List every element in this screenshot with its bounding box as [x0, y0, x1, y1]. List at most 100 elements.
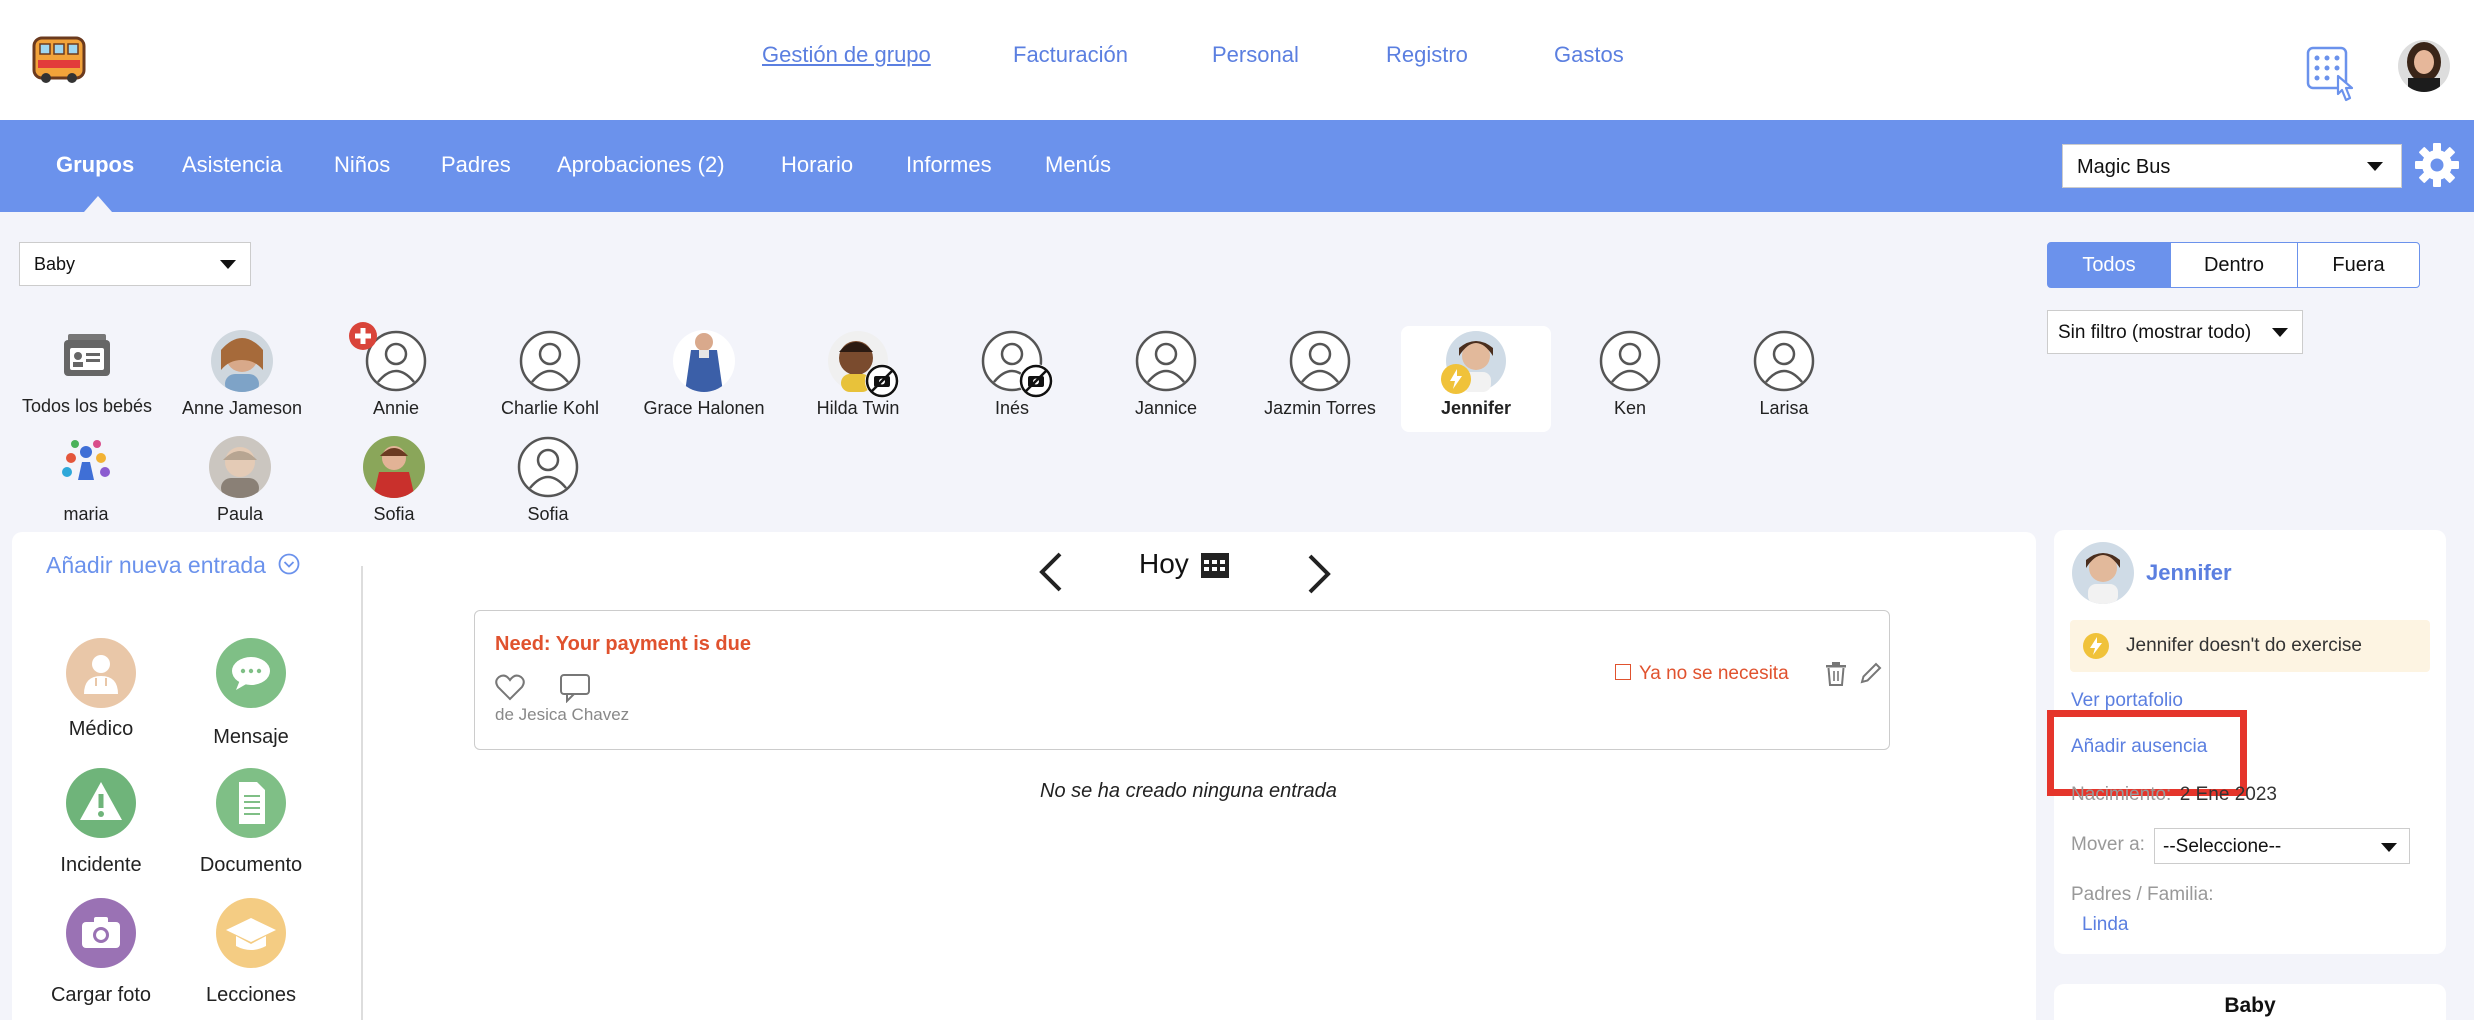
parent-link[interactable]: Linda [2082, 914, 2129, 936]
active-nav-indicator [84, 196, 112, 212]
tool-lecciones[interactable]: Lecciones [176, 898, 326, 1007]
move-select-value: --Seleccione-- [2163, 836, 2282, 857]
calendar-icon[interactable] [1200, 550, 1230, 585]
add-badge-icon[interactable] [349, 322, 377, 350]
tool-label: Cargar foto [50, 984, 152, 1006]
kid-card[interactable]: Charlie Kohl [475, 330, 625, 419]
segment-dentro[interactable]: Dentro [2170, 242, 2298, 288]
topnav-facturacion[interactable]: Facturación [1013, 42, 1128, 68]
people-group-icon [55, 436, 117, 498]
kid-photo [211, 330, 273, 392]
entry-author: de Jesica Chavez [495, 705, 630, 724]
nav-horario[interactable]: Horario [781, 152, 853, 178]
tool-cargar-foto[interactable]: Cargar foto [26, 898, 176, 1007]
kid-card[interactable]: Jazmin Torres [1245, 330, 1395, 419]
add-entry-label: Añadir nueva entrada [46, 552, 266, 578]
filter-select[interactable]: Sin filtro (mostrar todo) [2047, 310, 2303, 354]
next-day-icon[interactable] [1304, 552, 1334, 601]
chevron-circle-down-icon [278, 553, 300, 581]
topnav-gastos[interactable]: Gastos [1554, 42, 1624, 68]
kid-name: Grace Halonen [643, 398, 765, 418]
nav-aprobaciones[interactable]: Aprobaciones (2) [557, 152, 725, 178]
kid-photo [209, 436, 271, 498]
prev-day-icon[interactable] [1036, 550, 1066, 599]
trash-icon[interactable] [1825, 661, 1847, 692]
heart-icon[interactable] [495, 673, 525, 706]
kid-name: Jennifer [1440, 398, 1512, 418]
kid-card[interactable]: Ken [1555, 330, 1705, 419]
tool-incidente[interactable]: Incidente [26, 768, 176, 877]
tool-label: Incidente [60, 854, 142, 876]
tool-mensaje[interactable]: Mensaje [176, 638, 326, 749]
magic-bus-logo[interactable] [30, 30, 88, 88]
nav-asistencia[interactable]: Asistencia [182, 152, 282, 178]
entry-card: Need: Your payment is due de Jesica Chav… [474, 610, 1890, 750]
tool-label: Mensaje [213, 726, 289, 748]
segment-fuera[interactable]: Fuera [2297, 242, 2420, 288]
checkbox-icon[interactable] [1615, 664, 1631, 680]
topnav-registro[interactable]: Registro [1386, 42, 1468, 68]
kid-photo [363, 436, 425, 498]
move-select[interactable]: --Seleccione-- [2154, 828, 2410, 864]
center-select[interactable]: Magic Bus [2062, 144, 2402, 188]
default-avatar-icon [1289, 330, 1351, 392]
doctor-icon [66, 638, 136, 708]
kid-card[interactable]: Larisa [1709, 330, 1859, 419]
kid-card[interactable]: Inés [937, 330, 1087, 419]
kid-card[interactable]: Paula [165, 436, 315, 525]
not-needed-label: Ya no se necesita [1639, 663, 1789, 684]
topnav-gestion-grupo[interactable]: Gestión de grupo [762, 42, 931, 68]
birth-row: Nacimiento: 2 Ene 2023 [2071, 784, 2277, 806]
kid-card[interactable]: Annie [321, 322, 471, 419]
kid-card[interactable]: Grace Halonen [629, 330, 779, 419]
empty-state-text: No se ha creado ninguna entrada [1040, 780, 1337, 802]
note-star-icon [2082, 632, 2110, 665]
nav-ninos[interactable]: Niños [334, 152, 390, 178]
view-portfolio-link[interactable]: Ver portafolio [2071, 690, 2183, 712]
kid-name: Jannice [1134, 398, 1198, 418]
default-avatar-icon [349, 322, 427, 392]
kid-card[interactable]: Sofia [473, 436, 623, 525]
nav-grupos[interactable]: Grupos [56, 152, 134, 178]
kid-card[interactable]: Anne Jameson [167, 330, 317, 419]
kid-name: Charlie Kohl [500, 398, 600, 418]
not-needed-toggle[interactable]: Ya no se necesita [1615, 663, 1789, 685]
center-select-value: Magic Bus [2077, 156, 2171, 178]
filter-select-value: Sin filtro (mostrar todo) [2058, 322, 2252, 343]
kid-name: Hilda Twin [816, 398, 900, 418]
kid-card[interactable]: Hilda Twin [783, 330, 933, 419]
chat-bubble-icon [216, 638, 286, 708]
keypad-icon[interactable] [2306, 46, 2356, 104]
nav-padres[interactable]: Padres [441, 152, 511, 178]
kid-photo [1441, 330, 1507, 394]
edit-pencil-icon[interactable] [1859, 661, 1883, 690]
profile-name[interactable]: Jennifer [2146, 560, 2232, 586]
gear-icon[interactable] [2412, 140, 2462, 190]
profile-note: Jennifer doesn't do exercise [2070, 620, 2430, 672]
kid-photo [673, 330, 735, 392]
tool-label: Médico [68, 718, 134, 740]
warning-icon [66, 768, 136, 838]
kid-all[interactable]: Todos los bebés [12, 328, 162, 417]
group-card: Baby [2054, 984, 2446, 1020]
comment-icon[interactable] [559, 673, 591, 708]
tool-documento[interactable]: Documento [176, 768, 326, 877]
nav-informes[interactable]: Informes [906, 152, 992, 178]
group-cards-icon [56, 328, 118, 390]
tool-medico[interactable]: Médico [26, 638, 176, 741]
kid-card[interactable]: Sofia [319, 436, 469, 525]
kid-card[interactable]: Jannice [1091, 330, 1241, 419]
add-entry-dropdown[interactable]: Añadir nueva entrada [46, 552, 300, 581]
topnav-personal[interactable]: Personal [1212, 42, 1299, 68]
segment-todos[interactable]: Todos [2047, 242, 2171, 288]
kid-card[interactable]: maria [11, 436, 161, 525]
default-avatar-icon [1753, 330, 1815, 392]
kid-card-selected[interactable]: Jennifer [1401, 326, 1551, 432]
user-avatar[interactable] [2398, 40, 2450, 92]
nav-menus[interactable]: Menús [1045, 152, 1111, 178]
group-card-title: Baby [2224, 994, 2276, 1017]
group-select[interactable]: Baby [19, 242, 251, 286]
note-star-icon [1441, 364, 1471, 394]
kid-name: Larisa [1759, 398, 1809, 418]
tool-label: Documento [199, 854, 303, 876]
